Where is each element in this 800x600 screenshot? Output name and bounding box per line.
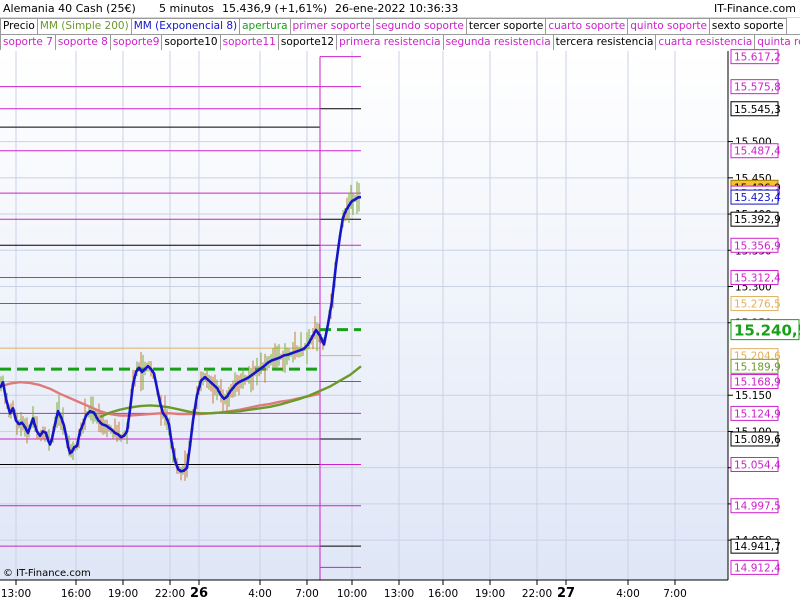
price-label-10: 15.276,5 (734, 299, 781, 311)
plot-background (0, 51, 728, 580)
price-label-16: 15.089,6 (734, 434, 781, 446)
y-tick-label-6: 15.150 (735, 390, 772, 402)
price-label-6: 15.423,4 (734, 192, 781, 204)
x-tick-label-12: 27 (557, 586, 575, 600)
price-label-11: 15.240,5 (734, 322, 800, 340)
x-tick-label-8: 13:00 (384, 588, 414, 600)
time-axis: 13:00 16:00 19:00 22:00 26 4:00 7:00 10:00 13:00… (0, 579, 728, 600)
price-label-1: 15.575,8 (734, 82, 781, 94)
x-tick-label-7: 10:00 (337, 588, 367, 600)
price-label-2: 15.545,3 (734, 104, 781, 116)
price-label-7: 15.392,9 (734, 214, 781, 226)
price-label-0: 15.617,2 (734, 52, 781, 64)
x-tick-label-14: 7:00 (663, 588, 687, 600)
x-tick-label-6: 7:00 (295, 588, 319, 600)
x-tick-label-13: 4:00 (616, 588, 640, 600)
price-label-8: 15.356,9 (734, 240, 781, 252)
x-tick-label-10: 19:00 (475, 588, 505, 600)
x-tick-label-9: 16:00 (428, 588, 458, 600)
x-tick-label-4: 26 (190, 586, 208, 600)
x-tick-label-2: 19:00 (108, 588, 138, 600)
price-label-13: 15.189,9 (734, 361, 781, 373)
x-tick-label-5: 4:00 (248, 588, 272, 600)
price-chart: 15.50015.45015.40015.35015.30015.25015.1… (0, 49, 800, 600)
price-label-17: 15.054,4 (734, 459, 781, 471)
x-tick-label-1: 16:00 (61, 588, 91, 600)
price-label-18: 14.997,5 (734, 501, 781, 513)
price-label-14: 15.168,9 (734, 377, 781, 389)
x-tick-label-11: 22:00 (522, 588, 552, 600)
price-label-3: 15.487,4 (734, 146, 781, 158)
x-tick-label-0: 13:00 (1, 588, 31, 600)
x-tick-label-3: 22:00 (155, 588, 185, 600)
price-label-20: 14.912,4 (734, 562, 781, 574)
price-label-19: 14.941,7 (734, 541, 781, 553)
price-label-15: 15.124,9 (734, 408, 781, 420)
copyright-label: © IT-Finance.com (3, 568, 91, 579)
price-label-9: 15.312,4 (734, 273, 781, 285)
